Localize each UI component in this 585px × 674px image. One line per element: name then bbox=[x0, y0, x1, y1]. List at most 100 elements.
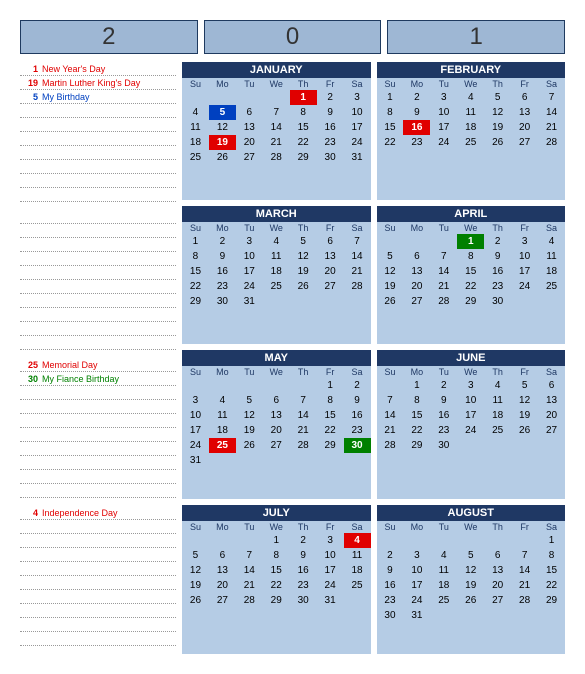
day-cell bbox=[263, 378, 290, 393]
day-cell: 11 bbox=[538, 249, 565, 264]
day-cell bbox=[511, 533, 538, 548]
dow-label: Fr bbox=[317, 366, 344, 378]
day-cell bbox=[457, 154, 484, 158]
week-row: 25262728293031 bbox=[182, 150, 371, 165]
day-cell bbox=[511, 453, 538, 457]
day-cell: 31 bbox=[344, 150, 371, 165]
day-cell: 26 bbox=[209, 150, 236, 165]
week-row: 891011121314 bbox=[377, 105, 566, 120]
day-cell: 22 bbox=[182, 279, 209, 294]
week-row: 23242526272829 bbox=[377, 593, 566, 608]
day-cell bbox=[263, 608, 290, 612]
day-cell: 4 bbox=[457, 90, 484, 105]
dow-label: Su bbox=[377, 78, 404, 90]
day-cell: 16 bbox=[344, 408, 371, 423]
day-cell: 15 bbox=[290, 120, 317, 135]
day-cell: 24 bbox=[317, 578, 344, 593]
day-cell bbox=[209, 608, 236, 612]
day-cell: 7 bbox=[263, 105, 290, 120]
day-cell: 3 bbox=[457, 378, 484, 393]
day-cell: 23 bbox=[403, 135, 430, 150]
day-cell: 9 bbox=[484, 249, 511, 264]
week-row: 2345678 bbox=[377, 548, 566, 563]
event-block: 1New Year's Day19Martin Luther King's Da… bbox=[20, 62, 176, 204]
dow-label: Th bbox=[484, 222, 511, 234]
day-cell bbox=[538, 154, 565, 158]
day-cell: 12 bbox=[182, 563, 209, 578]
day-cell bbox=[511, 154, 538, 158]
day-cell: 10 bbox=[457, 393, 484, 408]
dow-label: Th bbox=[290, 366, 317, 378]
dow-row: SuMoTuWeThFrSa bbox=[377, 521, 566, 533]
day-cell: 20 bbox=[236, 135, 263, 150]
day-cell: 24 bbox=[430, 135, 457, 150]
day-cell bbox=[290, 294, 317, 309]
day-cell bbox=[430, 453, 457, 457]
day-cell: 16 bbox=[377, 578, 404, 593]
week-row bbox=[182, 608, 371, 612]
day-cell: 25 bbox=[457, 135, 484, 150]
day-cell: 26 bbox=[182, 593, 209, 608]
day-cell bbox=[484, 533, 511, 548]
dow-label: Mo bbox=[209, 222, 236, 234]
day-cell: 26 bbox=[290, 279, 317, 294]
dow-label: Sa bbox=[538, 366, 565, 378]
week-row: 18192021222324 bbox=[182, 135, 371, 150]
day-cell: 22 bbox=[317, 423, 344, 438]
day-cell bbox=[182, 90, 209, 105]
day-cell: 25 bbox=[182, 150, 209, 165]
day-cell: 10 bbox=[344, 105, 371, 120]
day-cell bbox=[403, 533, 430, 548]
day-cell: 24 bbox=[236, 279, 263, 294]
day-cell: 29 bbox=[403, 438, 430, 453]
day-cell bbox=[182, 378, 209, 393]
event-line bbox=[20, 520, 176, 534]
day-cell: 13 bbox=[236, 120, 263, 135]
week-row: 31 bbox=[182, 453, 371, 468]
week-row: 9101112131415 bbox=[377, 563, 566, 578]
event-line bbox=[20, 470, 176, 484]
event-line bbox=[20, 132, 176, 146]
day-cell: 1 bbox=[317, 378, 344, 393]
day-cell: 18 bbox=[538, 264, 565, 279]
event-day: 1 bbox=[20, 64, 38, 74]
day-cell bbox=[457, 533, 484, 548]
day-cell: 15 bbox=[263, 563, 290, 578]
event-block: 4Independence Day bbox=[20, 506, 176, 648]
week-row: 3456789 bbox=[182, 393, 371, 408]
event-day: 25 bbox=[20, 360, 38, 370]
day-cell: 28 bbox=[511, 593, 538, 608]
event-line bbox=[20, 308, 176, 322]
day-cell: 22 bbox=[290, 135, 317, 150]
day-cell bbox=[484, 309, 511, 313]
day-cell: 17 bbox=[511, 264, 538, 279]
month: JUNESuMoTuWeThFrSa1234567891011121314151… bbox=[377, 350, 566, 499]
day-cell: 1 bbox=[290, 90, 317, 105]
day-cell: 26 bbox=[511, 423, 538, 438]
day-cell: 9 bbox=[290, 548, 317, 563]
day-cell bbox=[182, 165, 209, 169]
day-cell: 2 bbox=[344, 378, 371, 393]
week-row: 19202122232425 bbox=[377, 279, 566, 294]
day-cell: 20 bbox=[263, 423, 290, 438]
day-cell bbox=[290, 165, 317, 169]
day-cell: 26 bbox=[484, 135, 511, 150]
day-cell: 3 bbox=[236, 234, 263, 249]
day-cell bbox=[317, 309, 344, 313]
day-cell bbox=[290, 309, 317, 313]
week-row: 891011121314 bbox=[182, 249, 371, 264]
dow-label: Fr bbox=[511, 521, 538, 533]
dow-label: Fr bbox=[317, 222, 344, 234]
event-line bbox=[20, 604, 176, 618]
day-cell bbox=[484, 438, 511, 453]
dow-row: SuMoTuWeThFrSa bbox=[182, 78, 371, 90]
event-day: 4 bbox=[20, 508, 38, 518]
day-cell: 23 bbox=[484, 279, 511, 294]
day-cell: 13 bbox=[263, 408, 290, 423]
month-title: JANUARY bbox=[182, 62, 371, 78]
week-row: 24252627282930 bbox=[182, 438, 371, 453]
week-row: 1234567 bbox=[182, 234, 371, 249]
day-cell: 17 bbox=[430, 120, 457, 135]
day-cell: 13 bbox=[538, 393, 565, 408]
day-cell: 18 bbox=[344, 563, 371, 578]
